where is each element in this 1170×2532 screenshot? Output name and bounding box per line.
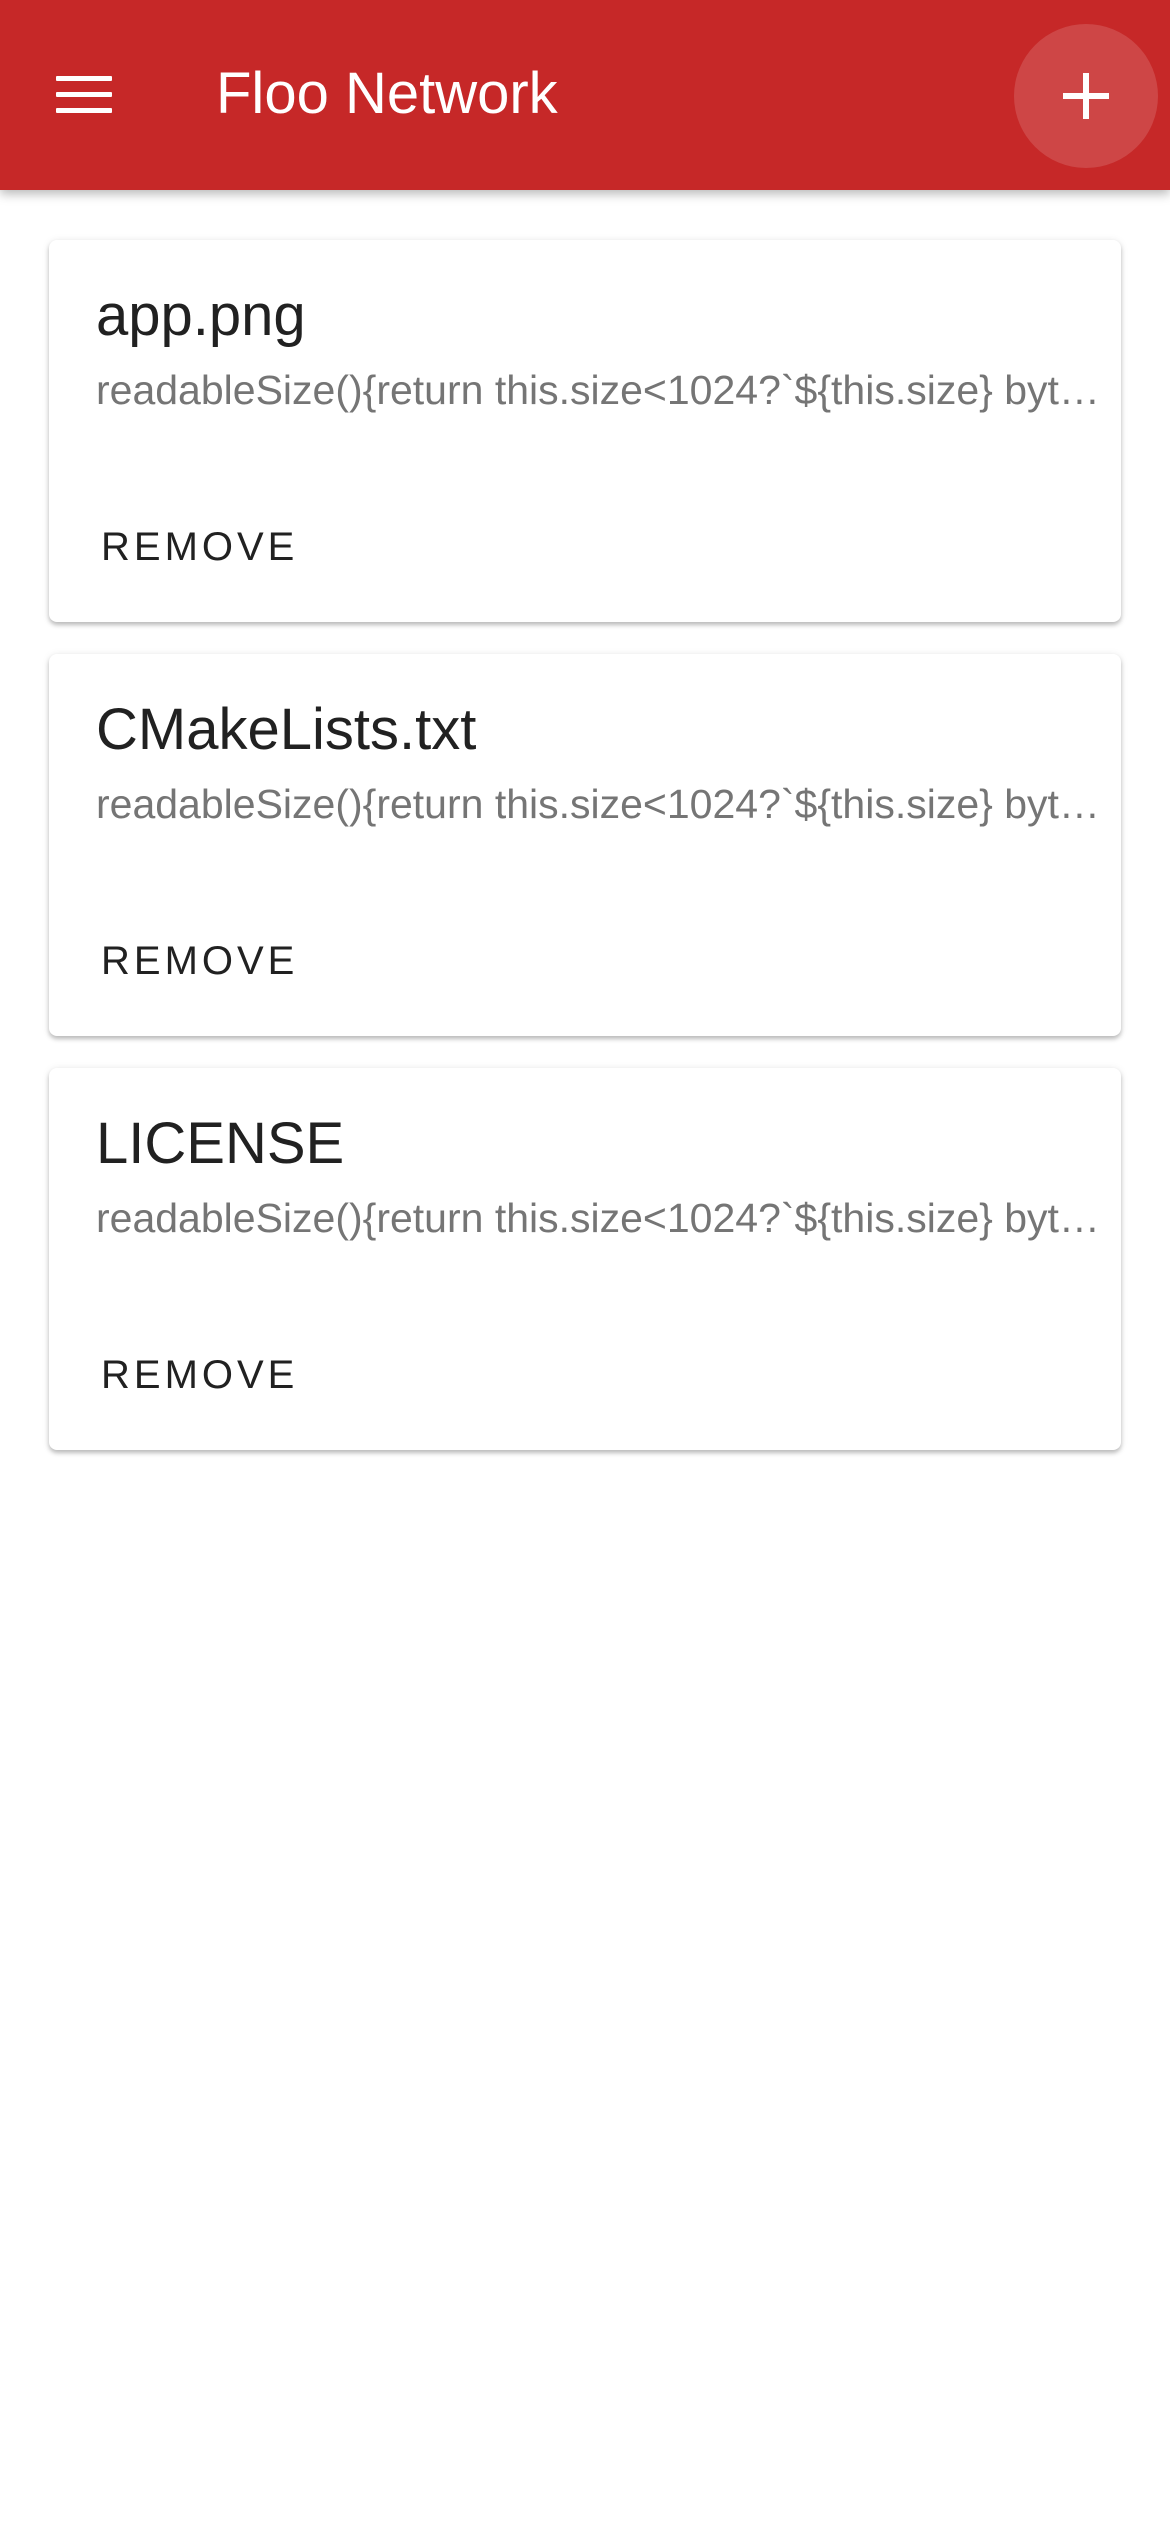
hamburger-menu-icon xyxy=(56,76,112,114)
top-app-bar: Floo Network xyxy=(0,0,1170,190)
file-card: app.png readableSize(){return this.size<… xyxy=(49,240,1121,622)
file-card: LICENSE readableSize(){return this.size<… xyxy=(49,1068,1121,1450)
remove-button[interactable]: REMOVE xyxy=(85,502,314,592)
file-list: app.png readableSize(){return this.size<… xyxy=(0,240,1170,1482)
app-root: Floo Network app.png readableSize(){retu… xyxy=(0,0,1170,2532)
remove-button[interactable]: REMOVE xyxy=(85,916,314,1006)
file-size-text: readableSize(){return this.size<1024?`${… xyxy=(96,781,1106,827)
app-title: Floo Network xyxy=(216,61,558,126)
menu-button[interactable] xyxy=(34,50,134,140)
file-name: CMakeLists.txt xyxy=(96,697,477,762)
plus-icon xyxy=(1063,73,1109,119)
remove-button[interactable]: REMOVE xyxy=(85,1330,314,1420)
file-card: CMakeLists.txt readableSize(){return thi… xyxy=(49,654,1121,1036)
file-size-text: readableSize(){return this.size<1024?`${… xyxy=(96,1195,1106,1241)
file-name: app.png xyxy=(96,283,306,348)
file-size-text: readableSize(){return this.size<1024?`${… xyxy=(96,367,1106,413)
add-file-button[interactable] xyxy=(1014,24,1158,168)
file-name: LICENSE xyxy=(96,1111,345,1176)
